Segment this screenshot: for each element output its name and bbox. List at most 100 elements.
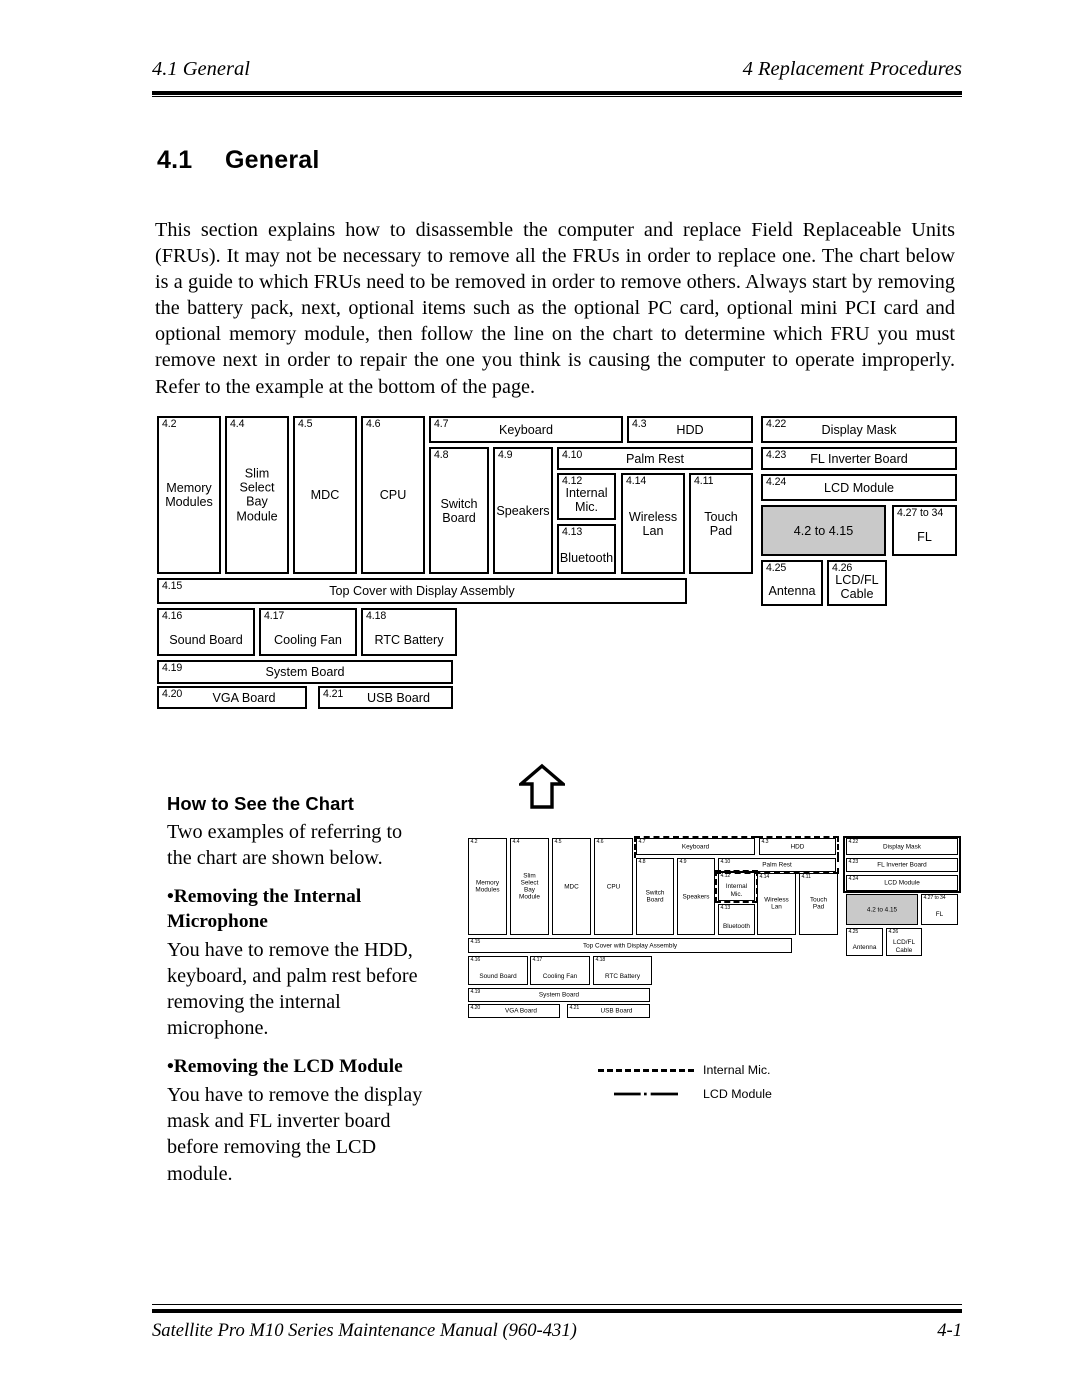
chart-box-antenna: 4.25 Antenna bbox=[761, 560, 823, 606]
chart-box-label: LCD Module bbox=[884, 879, 920, 887]
chart-box-label: Speakers bbox=[682, 892, 710, 900]
chart-box-lcd-fl-cable: 4.26 LCD/FL Cable bbox=[827, 560, 887, 606]
chart-box-tag: 4.26 bbox=[888, 929, 899, 935]
chart-box-label: HDD bbox=[676, 422, 704, 437]
section-number: 4.1 bbox=[157, 146, 193, 174]
chart-box-cpu: 4.6 CPU bbox=[361, 416, 425, 574]
chart-box-label: Memory Modules bbox=[475, 879, 500, 894]
chart-box-slim-select-bay-module: 4.4 Slim Select Bay Module bbox=[225, 416, 289, 574]
chart-box-label: Bluetooth bbox=[722, 922, 750, 930]
chart-box-label: RTC Battery bbox=[374, 632, 444, 647]
chart-box-sound-board: 4.16 Sound Board bbox=[157, 608, 255, 656]
chart-box-usb-board: 4.21 USB Board bbox=[318, 686, 453, 709]
chart-legend: Internal Mic. LCD Module bbox=[598, 1058, 848, 1106]
mini-chart-box-rtc-battery: 4.18 RTC Battery bbox=[593, 956, 652, 985]
legend-item: LCD Module bbox=[598, 1082, 848, 1106]
mini-chart-box-sound-board: 4.16 Sound Board bbox=[468, 956, 528, 985]
mini-chart-box-top-cover: 4.15 Top Cover with Display Assembly bbox=[468, 938, 792, 953]
chart-box-label: USB Board bbox=[600, 1007, 633, 1015]
chart-box-tag: 4.2 bbox=[470, 839, 478, 845]
chart-box-tag: 4.18 bbox=[366, 610, 387, 622]
chart-box-tag: 4.14 bbox=[626, 475, 647, 487]
chart-box-tag: 4.18 bbox=[595, 957, 606, 963]
chart-box-label: Palm Rest bbox=[625, 451, 685, 466]
mini-chart-box-internal-mic: 4.12 Internal Mic. bbox=[718, 872, 755, 901]
footer-right: 4-1 bbox=[937, 1320, 962, 1341]
chart-box-label: Slim Select Bay Module bbox=[519, 871, 540, 901]
chart-box-range-4-2-to-4-15: 4.2 to 4.15 bbox=[761, 505, 886, 556]
chart-box-tag: 4.25 bbox=[848, 929, 859, 935]
chart-box-label: VGA Board bbox=[505, 1007, 537, 1015]
chart-box-label: RTC Battery bbox=[604, 972, 641, 980]
dashed-line-icon bbox=[598, 1065, 694, 1075]
chart-box-tag: 4.21 bbox=[323, 688, 344, 700]
chart-box-mdc: 4.5 MDC bbox=[293, 416, 357, 574]
mini-chart-box-usb-board: 4.21 USB Board bbox=[567, 1004, 650, 1018]
chart-box-tag: 4.2 bbox=[162, 418, 177, 430]
running-head: 4.1 General 4 Replacement Procedures bbox=[152, 58, 962, 81]
chart-box-tag: 4.27 to 34 bbox=[923, 895, 946, 901]
chart-box-label: FL Inverter Board bbox=[877, 861, 927, 869]
chart-box-tag: 4.16 bbox=[162, 610, 183, 622]
chart-box-label: Keyboard bbox=[499, 422, 553, 437]
chart-box-tag: 4.6 bbox=[366, 418, 381, 430]
chart-box-tag: 4.4 bbox=[230, 418, 245, 430]
document-page: 4.1 General 4 Replacement Procedures 4.1… bbox=[0, 0, 1080, 1397]
chart-box-tag: 4.8 bbox=[434, 449, 449, 461]
chart-box-speakers: 4.9 Speakers bbox=[493, 447, 553, 574]
chart-box-tag: 4.17 bbox=[264, 610, 285, 622]
mini-chart-box-display-mask: 4.22 Display Mask bbox=[846, 838, 958, 855]
page-footer: Satellite Pro M10 Series Maintenance Man… bbox=[152, 1320, 962, 1342]
section-title: General bbox=[225, 146, 320, 174]
mini-chart-box-fl: 4.27 to 34 FL bbox=[921, 894, 958, 925]
chart-box-label: USB Board bbox=[367, 690, 430, 705]
chart-box-tag: 4.14 bbox=[759, 874, 770, 880]
running-head-right: 4 Replacement Procedures bbox=[742, 58, 962, 80]
mini-chart-box-system-board: 4.19 System Board bbox=[468, 988, 650, 1002]
how-to-intro: Two examples of referring to the chart a… bbox=[167, 821, 403, 870]
chart-box-label: HDD bbox=[790, 842, 805, 850]
chart-box-label: Keyboard bbox=[681, 842, 710, 850]
mini-chart-box-keyboard: 4.7 Keyboard bbox=[636, 838, 755, 855]
chart-box-tag: 4.5 bbox=[554, 839, 562, 845]
mini-chart-box-wireless-lan: 4.14 Wireless Lan bbox=[757, 873, 796, 935]
running-head-left: 4.1 General bbox=[152, 58, 250, 80]
chart-box-tag: 4.21 bbox=[569, 1005, 580, 1011]
chart-box-tag: 4.11 bbox=[801, 874, 811, 880]
chart-box-label: Touch Pad bbox=[809, 896, 828, 911]
chart-box-label: VGA Board bbox=[212, 690, 276, 705]
chart-box-label: CPU bbox=[606, 882, 621, 890]
chart-box-cooling-fan: 4.17 Cooling Fan bbox=[259, 608, 357, 656]
chart-box-tag: 4.9 bbox=[679, 859, 687, 865]
chart-box-tag: 4.20 bbox=[162, 688, 183, 700]
chart-box-display-mask: 4.22 Display Mask bbox=[761, 416, 957, 443]
chart-box-palm-rest: 4.10 Palm Rest bbox=[557, 447, 753, 470]
fru-removal-chart: 4.2 Memory Modules 4.4 Slim Select Bay Modul… bbox=[157, 416, 957, 709]
mini-chart-box-bluetooth: 4.13 Bluetooth bbox=[718, 904, 755, 935]
mini-chart-box-cooling-fan: 4.17 Cooling Fan bbox=[530, 956, 590, 985]
mini-chart-box-slim-select-bay-module: 4.4 Slim Select Bay Module bbox=[510, 838, 549, 935]
chart-box-hdd: 4.3 HDD bbox=[627, 416, 753, 443]
chart-box-label: Display Mask bbox=[883, 842, 921, 850]
chart-box-label: Antenna bbox=[768, 583, 816, 598]
chart-box-label: Slim Select Bay Module bbox=[236, 466, 278, 524]
mini-chart-box-vga-board: 4.20 VGA Board bbox=[468, 1004, 560, 1018]
chart-box-fl-inverter-board: 4.23 FL Inverter Board bbox=[761, 447, 957, 470]
chart-box-top-cover: 4.15 Top Cover with Display Assembly bbox=[157, 578, 687, 604]
mini-chart-box-range-4-2-to-4-15: 4.2 to 4.15 bbox=[846, 894, 918, 925]
chart-box-label: Top Cover with Display Assembly bbox=[329, 583, 515, 598]
chart-box-label: FL bbox=[917, 529, 932, 544]
chart-box-touch-pad: 4.11 Touch Pad bbox=[689, 473, 753, 574]
chart-box-internal-mic: 4.12 Internal Mic. bbox=[557, 473, 616, 520]
chart-box-wireless-lan: 4.14 Wireless Lan bbox=[621, 473, 685, 574]
chart-box-label: Wireless Lan bbox=[764, 896, 789, 911]
chart-box-label: System Board bbox=[265, 664, 345, 679]
intro-paragraph: This section explains how to disassemble… bbox=[155, 219, 955, 398]
mini-chart-box-mdc: 4.5 MDC bbox=[552, 838, 591, 935]
chart-box-label: LCD/FL Cable bbox=[892, 939, 916, 954]
chart-box-system-board: 4.19 System Board bbox=[157, 660, 453, 684]
chart-box-label: Top Cover with Display Assembly bbox=[582, 941, 678, 949]
chart-box-label: Cooling Fan bbox=[274, 632, 342, 647]
chart-box-label: LCD Module bbox=[824, 480, 894, 495]
footer-rule bbox=[152, 1304, 962, 1313]
